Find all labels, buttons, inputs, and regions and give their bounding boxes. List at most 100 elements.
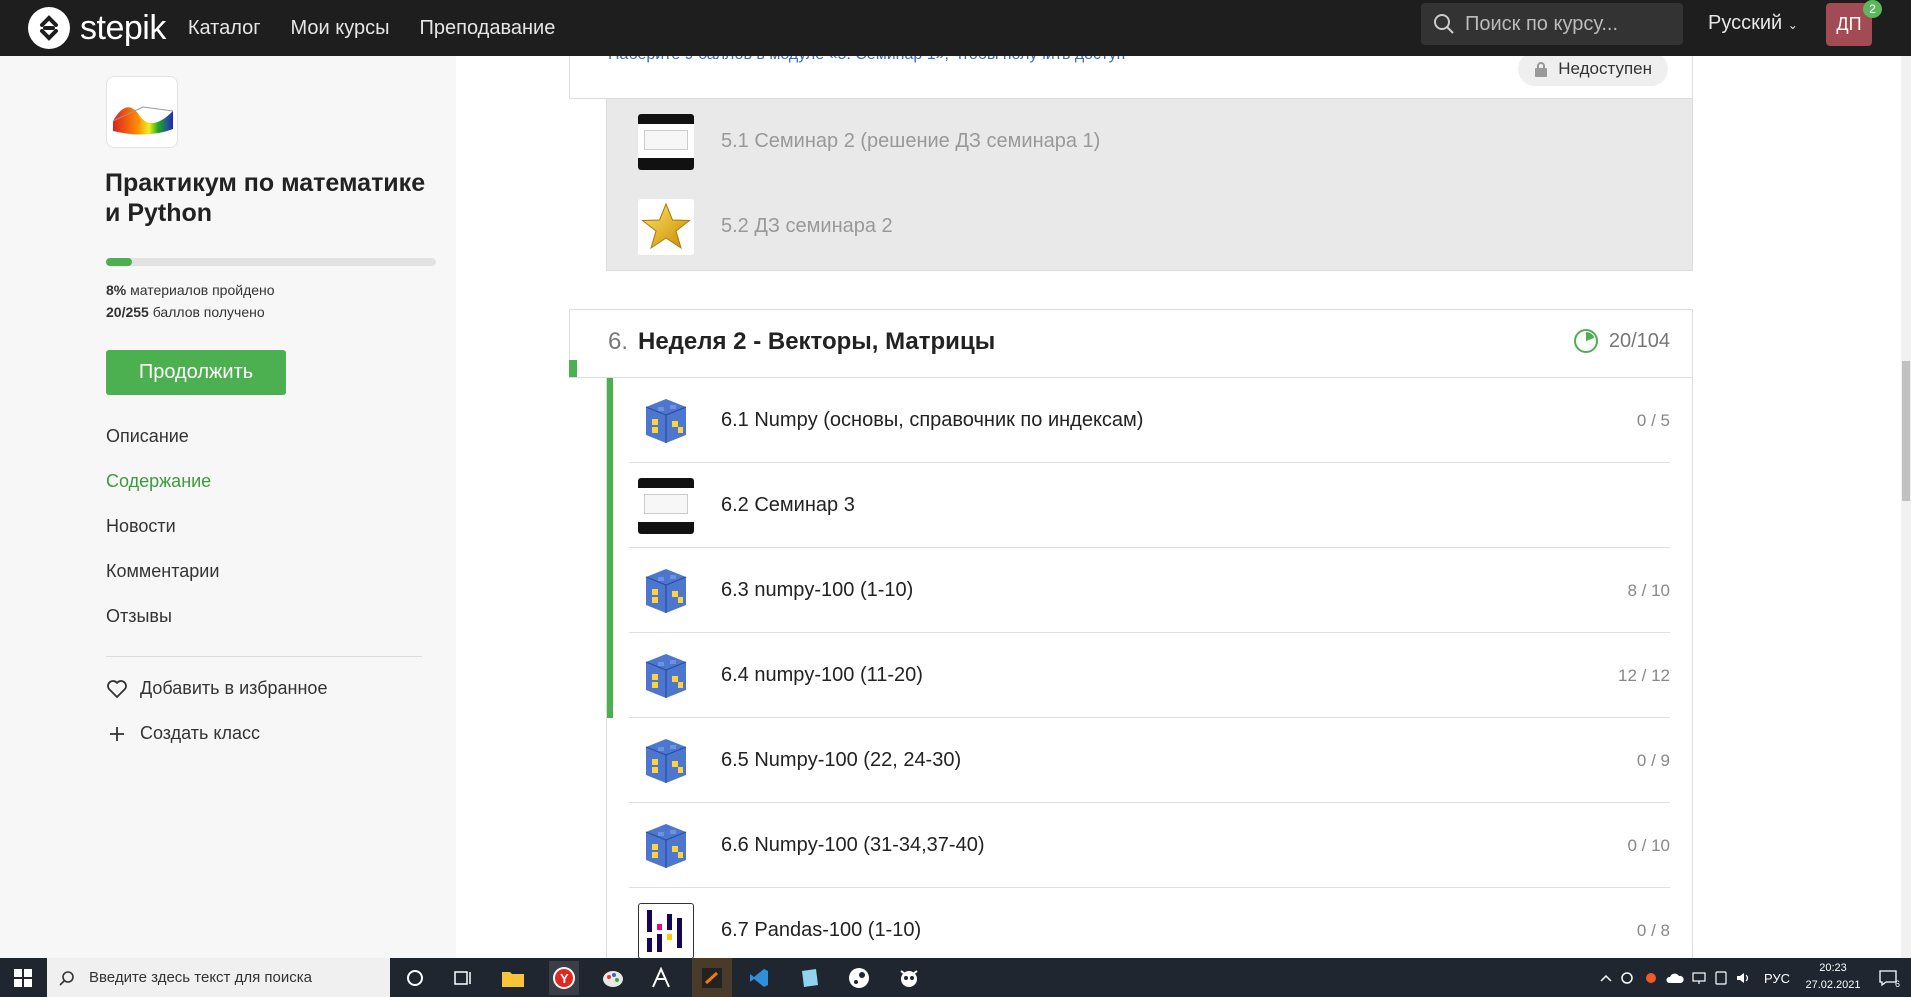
sidebar-divider [106,656,422,657]
logo-text: stepik [80,8,166,47]
create-class-label: Создать класс [140,723,260,743]
add-to-favorites-label: Добавить в избранное [140,678,328,698]
course-search[interactable] [1421,3,1683,45]
device-icon[interactable] [1712,965,1730,991]
section-progress-stripe [569,360,577,377]
seminar-icon [638,113,694,170]
progress-text: материалов пройдено [130,282,275,298]
vscode-like-icon[interactable] [746,965,772,991]
sublime-text-icon[interactable] [692,958,732,997]
lesson-score: 0 / 8 [1636,920,1670,940]
locked-lessons-list: 5.1 Семинар 2 (решение ДЗ семинара 1) 5.… [606,99,1693,271]
lesson-title[interactable]: 6.2 Семинар 3 [721,494,855,517]
create-class-button[interactable]: Создать класс [106,723,260,744]
lesson-score: 8 / 10 [1627,580,1670,600]
steam-icon[interactable] [846,965,872,991]
lesson-progress-accent [607,633,613,718]
lesson-score: 0 / 5 [1636,410,1670,430]
section-score-value: 20/104 [1608,329,1670,352]
notepad-icon[interactable] [796,965,822,991]
tray-chevron-up-icon[interactable] [1597,965,1615,991]
search-icon [1434,14,1454,34]
progress-stat: 8% материалов пройдено [106,282,275,298]
section-title: Неделя 2 - Векторы, Матрицы [638,328,996,355]
course-content: Наберите 9 баллов в модуле «5. Семинар 1… [456,56,1911,958]
unavailable-label: Недоступен [1558,59,1652,78]
language-label: Русский [1708,12,1783,34]
clock-date: 27.02.2021 [1805,979,1861,991]
sidebar-item-comments[interactable]: Комментарии [106,561,219,582]
scrollbar-thumb[interactable] [1902,361,1910,501]
taskbar-search[interactable]: Введите здесь текст для поиска [47,958,390,997]
lesson-row[interactable]: 6.2 Семинар 3 [607,463,1692,548]
notification-count: 6 [1894,979,1900,989]
tray-antivirus-icon[interactable] [1642,965,1660,991]
search-input[interactable] [1465,12,1665,36]
locked-lesson-row[interactable]: 5.1 Семинар 2 (решение ДЗ семинара 1) [607,99,1692,184]
sidebar-item-news[interactable]: Новости [106,516,176,537]
file-explorer-icon[interactable] [500,965,526,991]
lesson-row[interactable]: 6.6 Numpy-100 (31-34,37-40) 0 / 10 [607,803,1692,888]
lesson-row[interactable]: 6.1 Numpy (основы, справочник по индекса… [607,378,1692,463]
cortana-icon[interactable] [402,965,428,991]
unlock-hint-link[interactable]: Наберите 9 баллов в модуле «5. Семинар 1… [608,56,1125,64]
locked-lesson-title: 5.1 Семинар 2 (решение ДЗ семинара 1) [721,130,1101,152]
lesson-title[interactable]: 6.1 Numpy (основы, справочник по индекса… [721,409,1143,432]
lesson-row[interactable]: 6.3 numpy-100 (1-10) 8 / 10 [607,548,1692,633]
section-number: 6. [608,328,629,355]
windows-start-icon[interactable] [10,965,36,991]
lesson-progress-accent [607,718,613,803]
continue-button[interactable]: Продолжить [106,350,286,395]
search-icon [59,970,74,986]
yandex-browser-icon[interactable]: Y [549,961,579,995]
lesson-progress-accent [607,548,613,633]
inkscape-like-icon[interactable] [648,965,674,991]
section-header[interactable]: 6. Неделя 2 - Векторы, Матрицы 20/104 [569,309,1693,378]
nav-link-catalog[interactable]: Каталог [188,17,261,40]
course-progress-bar [106,258,436,266]
lesson-row[interactable]: 6.7 Pandas-100 (1-10) 0 / 8 [607,888,1692,958]
network-icon[interactable] [1690,965,1708,991]
star-icon [638,198,694,255]
stepik-logo[interactable]: stepik [28,7,166,49]
unavailable-badge: Недоступен [1518,56,1668,86]
onedrive-icon[interactable] [1666,965,1684,991]
numpy-cube-icon [638,732,694,789]
sidebar-item-reviews[interactable]: Отзывы [106,606,172,627]
section-lessons-list: 6.1 Numpy (основы, справочник по индекса… [606,378,1693,958]
plus-icon [106,726,128,742]
lesson-title[interactable]: 6.6 Numpy-100 (31-34,37-40) [721,834,984,857]
progress-percent: 8% [106,282,127,298]
numpy-cube-icon [638,647,694,704]
taskbar-clock[interactable]: 20:23 27.02.2021 [1803,960,1863,994]
lesson-title[interactable]: 6.4 numpy-100 (11-20) [721,664,923,687]
lesson-row[interactable]: 6.4 numpy-100 (11-20) 12 / 12 [607,633,1692,718]
page-scrollbar[interactable] [1901,56,1911,958]
locked-lesson-row[interactable]: 5.2 ДЗ семинара 2 [607,184,1692,269]
stepik-logo-icon [28,7,70,49]
tray-app-icon[interactable] [1618,965,1636,991]
lesson-progress-accent [607,803,613,888]
lesson-title[interactable]: 6.7 Pandas-100 (1-10) [721,919,921,942]
language-selector[interactable]: Русский ⌄ [1708,12,1798,35]
seminar-icon [638,477,694,534]
game-app-icon[interactable] [896,965,922,991]
nav-link-teaching[interactable]: Преподавание [420,17,556,40]
lesson-row[interactable]: 6.5 Numpy-100 (22, 24-30) 0 / 9 [607,718,1692,803]
locked-section-header: Наберите 9 баллов в модуле «5. Семинар 1… [569,56,1693,99]
volume-icon[interactable] [1735,965,1753,991]
lesson-title[interactable]: 6.3 numpy-100 (1-10) [721,579,913,602]
nav-link-my-courses[interactable]: Мои курсы [291,17,390,40]
locked-lesson-title: 5.2 ДЗ семинара 2 [721,215,893,237]
points-value: 20/255 [106,304,149,320]
lesson-title[interactable]: 6.5 Numpy-100 (22, 24-30) [721,749,961,772]
paint-app-icon[interactable] [600,965,626,991]
heart-icon [106,679,128,698]
task-view-icon[interactable] [450,965,476,991]
chevron-down-icon: ⌄ [1787,18,1798,32]
sidebar-item-contents[interactable]: Содержание [106,471,211,492]
input-language[interactable]: РУС [1762,965,1792,991]
sidebar-item-description[interactable]: Описание [106,426,189,447]
add-to-favorites-button[interactable]: Добавить в избранное [106,678,327,699]
notification-center-icon[interactable]: 6 [1876,965,1900,991]
